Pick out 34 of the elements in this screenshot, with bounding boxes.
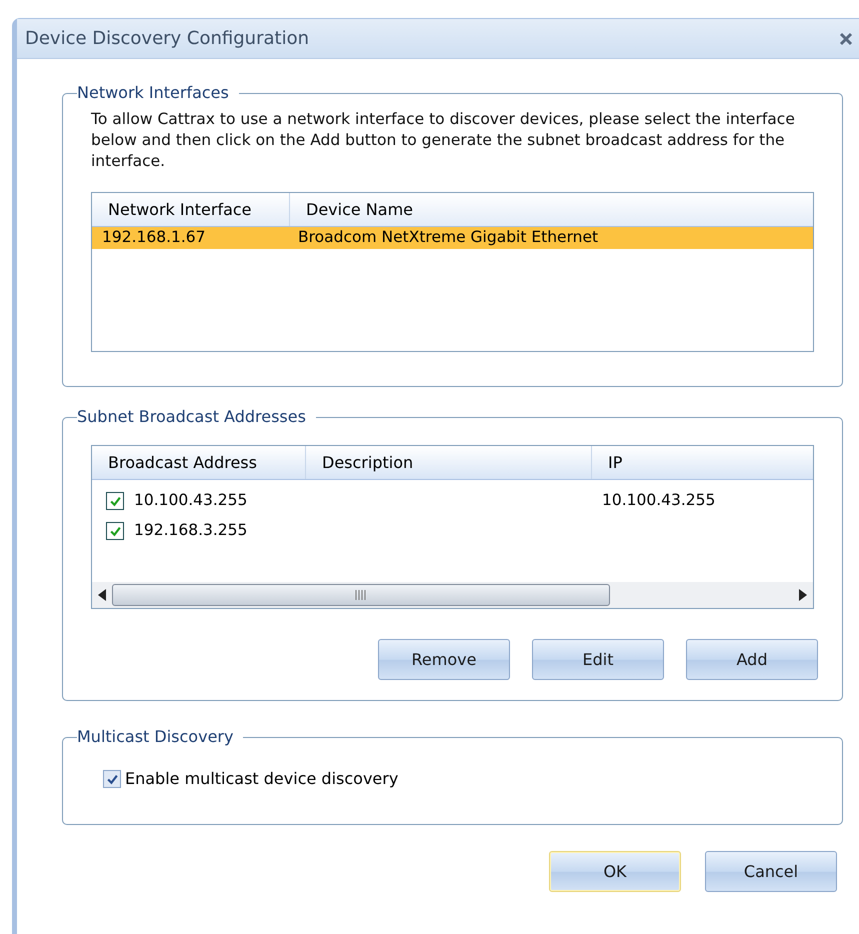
check-icon <box>108 524 122 538</box>
scroll-left-icon[interactable] <box>98 589 106 601</box>
group-title: Subnet Broadcast Addresses <box>77 406 307 428</box>
window-title: Device Discovery Configuration <box>25 27 310 51</box>
dialog-button[interactable]: Add <box>686 639 818 680</box>
table-cell-text: 192.168.3.255 <box>134 520 248 542</box>
checkbox[interactable] <box>106 492 124 510</box>
scrollbar-thumb[interactable] <box>112 584 610 606</box>
group-title: Multicast Discovery <box>77 726 234 748</box>
horizontal-scrollbar[interactable] <box>92 582 813 608</box>
column-header[interactable]: Broadcast Address <box>92 446 306 479</box>
table-cell-text: 10.100.43.255 <box>134 490 248 512</box>
dialog-button[interactable]: Cancel <box>705 851 837 892</box>
checkbox[interactable] <box>106 522 124 540</box>
group-title: Network Interfaces <box>77 82 230 104</box>
instructions-text: To allow Cattrax to use a network interface to discover devices, please select the interface below and then click on the Add button to generate the subnet broadcast address for the interface. <box>91 109 796 172</box>
column-header[interactable]: Description <box>306 446 592 479</box>
close-icon[interactable] <box>839 32 853 46</box>
checkbox-label: Enable multicast device discovery <box>125 768 398 790</box>
dialog-button[interactable]: Edit <box>532 639 664 680</box>
table-cell-text: 10.100.43.255 <box>601 490 716 512</box>
check-icon <box>106 772 118 786</box>
table-cell-text: 192.168.1.67 <box>101 227 207 248</box>
grip-icon <box>355 590 367 600</box>
dialog-button[interactable]: Remove <box>378 639 510 680</box>
column-header[interactable]: IP <box>592 446 813 479</box>
scroll-right-icon[interactable] <box>799 589 807 601</box>
column-header[interactable]: Device Name <box>290 193 813 226</box>
checkbox[interactable] <box>103 770 121 788</box>
list-row[interactable]: 192.168.1.67 Broadcom NetXtreme Gigabit Ethernet <box>92 227 813 249</box>
check-icon <box>108 494 122 508</box>
dialog-button[interactable]: OK <box>549 851 681 892</box>
column-header[interactable]: Network Interface <box>92 193 290 226</box>
table-cell-text: Broadcom NetXtreme Gigabit Ethernet <box>297 227 598 248</box>
